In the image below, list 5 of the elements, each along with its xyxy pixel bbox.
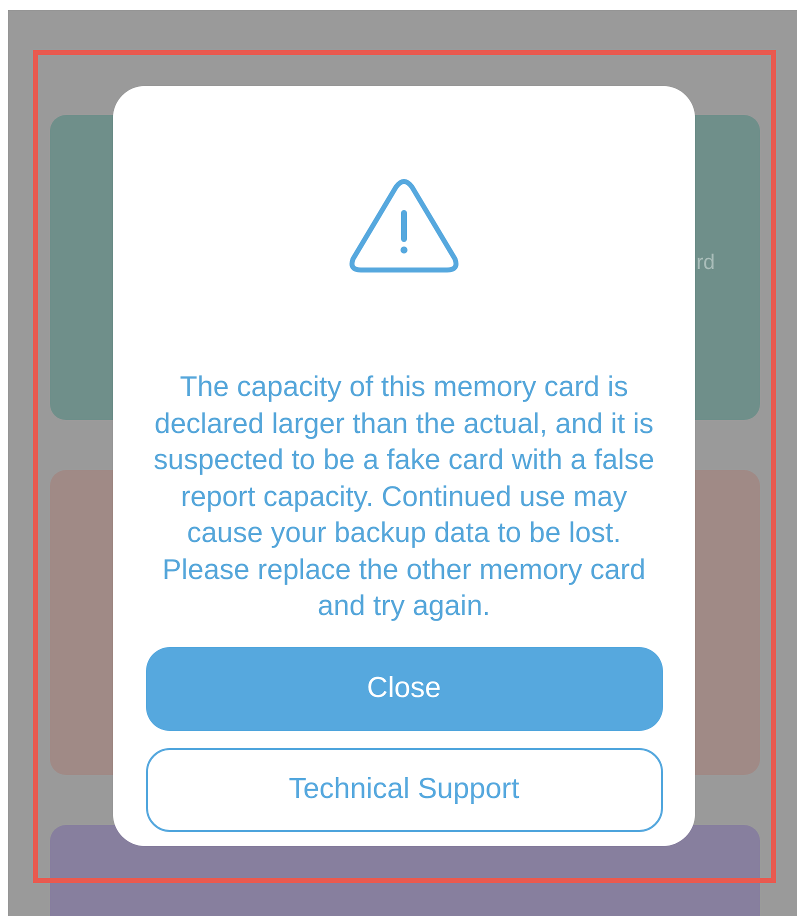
close-button[interactable]: Close xyxy=(146,646,662,730)
warning-message: The capacity of this memory card is declared larger than the actual, and it is suspected to be a fake card with a false report capacity. Continued use may cause your backup data to be lost. Please replace the other memory card and try again. xyxy=(152,370,656,624)
card-label: rd xyxy=(696,250,715,276)
warning-icon xyxy=(349,179,459,273)
support-button[interactable]: Technical Support xyxy=(146,748,662,832)
